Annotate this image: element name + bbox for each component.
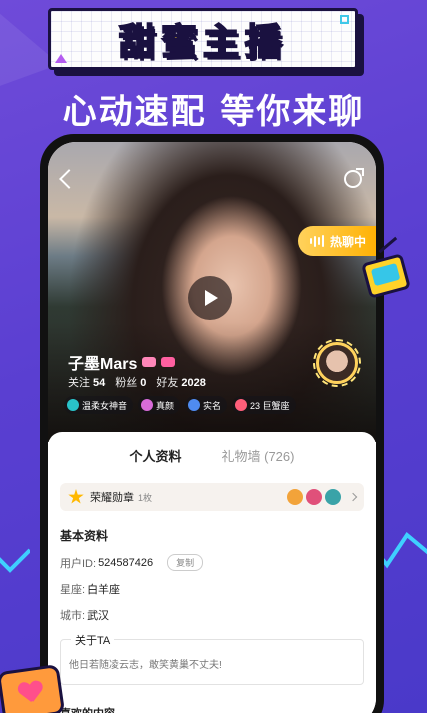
copy-button[interactable]: 复制 (167, 554, 204, 571)
stat-friends[interactable]: 好友 2028 (156, 374, 205, 390)
profile-tabs: 个人资料 礼物墙 (726) (48, 432, 376, 465)
medal-icon (325, 489, 341, 505)
tag-real-name: 实名 (185, 396, 228, 414)
title-banner: 甜蜜主播 (48, 8, 358, 70)
background-zigzag-left (0, 548, 30, 573)
about-text: 他日若随凌云志，敢笑黄巢不丈夫! (69, 660, 222, 671)
banner-title: 甜蜜主播 (118, 21, 287, 64)
user-id-row: 用户ID: 524587426 复制 (60, 554, 364, 571)
heart-sticker-icon (0, 663, 66, 713)
id-card-icon (188, 399, 201, 411)
medal-list (287, 489, 358, 505)
medal-icon (287, 489, 303, 505)
back-icon[interactable] (59, 169, 79, 189)
user-id-value: 524587426 (98, 556, 154, 569)
phone-screen: 热聊中 子墨Mars 关注 54 粉丝 0 好友 2028 温柔女神音 真颜 实名 2… (48, 142, 376, 713)
tab-profile[interactable]: 个人资料 (130, 446, 182, 465)
hot-chat-label: 热聊中 (329, 234, 366, 249)
profile-tags: 温柔女神音 真颜 实名 23 巨蟹座 (64, 396, 296, 414)
banner-square-decoration (340, 15, 349, 24)
stat-following[interactable]: 关注 54 (68, 374, 105, 390)
vip-badge-icon (161, 357, 176, 367)
profile-card: 个人资料 礼物墙 (726) 荣耀勋章 1枚 基本资料 用户ID: 524587… (48, 432, 376, 713)
avatar[interactable] (313, 339, 361, 387)
share-icon[interactable] (344, 168, 364, 188)
play-button[interactable] (188, 276, 232, 320)
zodiac-value: 白羊座 (87, 584, 121, 596)
phone-frame: 热聊中 子墨Mars 关注 54 粉丝 0 好友 2028 温柔女神音 真颜 实名 2… (40, 134, 384, 713)
voice-wave-icon (309, 235, 324, 247)
basic-info-title: 基本资料 (60, 529, 109, 543)
about-label: 关于TA (71, 632, 115, 648)
tag-voice: 温柔女神音 (64, 396, 134, 414)
tab-gift-wall[interactable]: 礼物墙 (726) (222, 446, 295, 465)
honor-count: 1枚 (138, 492, 153, 503)
tag-zodiac: 23 巨蟹座 (232, 396, 296, 414)
tv-mascot-icon (361, 236, 413, 300)
stat-fans[interactable]: 粉丝 0 (115, 374, 146, 390)
likes-title: 喜欢的内容 (60, 705, 364, 713)
banner-triangle-decoration (55, 54, 67, 63)
verified-face-icon (141, 399, 154, 411)
level-badge-icon (142, 357, 157, 367)
voice-icon (67, 399, 79, 411)
user-stats: 关注 54 粉丝 0 好友 2028 (68, 374, 206, 390)
user-name: 子墨Mars (68, 356, 138, 373)
city-row: 城市: 武汉 (60, 607, 364, 623)
honor-medal-row[interactable]: 荣耀勋章 1枚 (60, 483, 364, 511)
user-id-label: 用户ID: (60, 557, 97, 570)
zodiac-label: 星座: (60, 584, 86, 596)
city-value: 武汉 (87, 610, 110, 622)
subtitle: 心动速配 等你来聊 (62, 92, 365, 132)
zodiac-icon (235, 399, 248, 411)
tv-body (361, 253, 411, 299)
medal-icon (306, 489, 322, 505)
city-label: 城市: (60, 610, 86, 622)
play-icon (205, 290, 218, 306)
tag-real-face: 真颜 (138, 396, 181, 414)
star-icon (68, 489, 84, 504)
tv-screen (370, 262, 401, 287)
chevron-right-icon (348, 492, 358, 502)
about-box: 关于TA 他日若随凌云志，敢笑黄巢不丈夫! (60, 632, 364, 685)
user-name-row: 子墨Mars (68, 350, 176, 374)
honor-label: 荣耀勋章 (90, 492, 134, 504)
zodiac-row: 星座: 白羊座 (60, 581, 364, 597)
profile-hero-photo[interactable]: 热聊中 子墨Mars 关注 54 粉丝 0 好友 2028 温柔女神音 真颜 实名 2… (48, 142, 376, 442)
heart-icon (18, 680, 45, 705)
